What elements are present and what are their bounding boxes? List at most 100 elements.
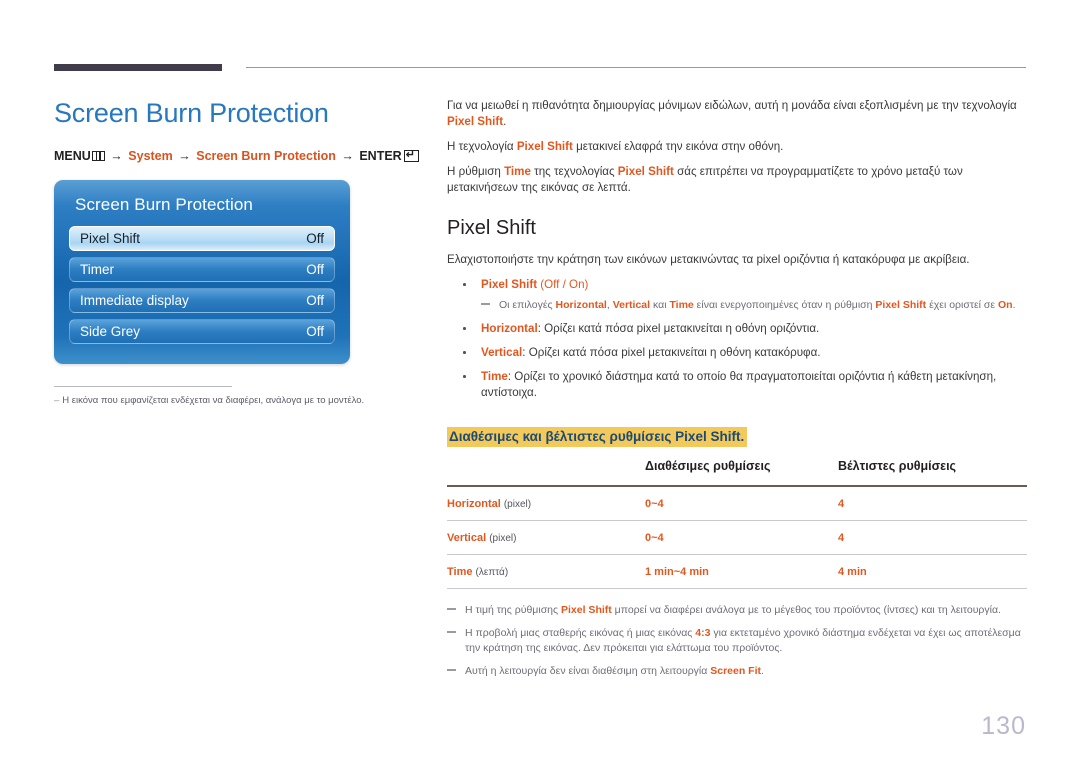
list-item-time: Time: Ορίζει το χρονικό διάστημα κατά το… <box>447 369 1027 401</box>
osd-row-label: Timer <box>80 262 114 277</box>
intro-p1-text-c: . <box>503 115 507 128</box>
table-row: Vertical (pixel) 0~4 4 <box>447 520 1027 555</box>
osd-row-immediate-display[interactable]: Immediate display Off <box>69 288 335 313</box>
table-cell-optimal: 4 <box>838 520 1027 555</box>
breadcrumb-menu-label: MENU <box>54 149 91 163</box>
intro-p1-text-a: Για να μειωθεί η πιθανότητα δημιουργίας … <box>447 99 1017 112</box>
table-header-available: Διαθέσιμες ρυθμίσεις <box>645 459 771 473</box>
note-text-a: Η προβολή μιας σταθερής εικόνας ή μιας ε… <box>465 627 696 639</box>
subnote-text-a: Οι επιλογές <box>499 299 556 311</box>
page-title: Screen Burn Protection <box>54 98 329 128</box>
subnote-text-g: είναι ενεργοποιημένες όταν η ρύθμιση <box>693 299 876 311</box>
note-text-c: μπορεί να διαφέρει ανάλογα με το μέγεθος… <box>611 604 1001 616</box>
intro-p3-text-a: Η ρύθμιση <box>447 165 505 178</box>
breadcrumb-arrow-1: → <box>110 149 123 163</box>
table-head: Διαθέσιμες ρυθμίσεις Βέλτιστες ρυθμίσεις <box>447 459 1027 486</box>
intro-p3-term-time: Time <box>504 165 531 178</box>
note-term: Screen Fit <box>710 665 762 677</box>
note-dash-icon <box>447 608 456 610</box>
osd-row-pixel-shift[interactable]: Pixel Shift Off <box>69 226 335 251</box>
osd-menu-panel: Screen Burn Protection Pixel Shift Off T… <box>54 180 350 364</box>
table-cell-optimal: 4 min <box>838 554 1027 589</box>
left-footnote: – Η εικόνα που εμφανίζεται ενδέχεται να δ… <box>54 394 414 408</box>
table-cell-label: Vertical (pixel) <box>447 520 645 555</box>
subnote-term-on: On <box>998 299 1013 311</box>
table-cell-label: Time (λεπτά) <box>447 554 645 589</box>
subnote-term-horizontal: Horizontal <box>555 299 607 311</box>
table-row: Time (λεπτά) 1 min~4 min 4 min <box>447 554 1027 589</box>
note-term: Pixel Shift <box>561 604 612 616</box>
intro-paragraph-1: Για να μειωθεί η πιθανότητα δημιουργίας … <box>447 98 1027 130</box>
table-cell-available: 0~4 <box>645 520 838 555</box>
table-header-optimal: Βέλτιστες ρυθμίσεις <box>838 459 957 473</box>
note-text-c: . <box>761 665 764 677</box>
intro-paragraph-3: Η ρύθμιση Time της τεχνολογίας Pixel Shi… <box>447 164 1027 196</box>
intro-p3-text-c: της τεχνολογίας <box>530 165 618 178</box>
note-dash-icon <box>447 669 456 671</box>
subnote-text-i: έχει οριστεί σε <box>926 299 998 311</box>
osd-row-label: Side Grey <box>80 324 141 339</box>
intro-paragraph-2: Η τεχνολογία Pixel Shift μετακινεί ελαφρ… <box>447 139 1027 155</box>
table-row: Horizontal (pixel) 0~4 4 <box>447 486 1027 521</box>
bullet-term: Horizontal <box>481 322 538 335</box>
table-cell-unit: (pixel) <box>489 533 517 544</box>
left-footnote-dash: – <box>54 395 60 406</box>
osd-row-timer[interactable]: Timer Off <box>69 257 335 282</box>
header-rule-thick <box>54 64 222 71</box>
left-footnote-text: Η εικόνα που εμφανίζεται ενδέχεται να δι… <box>62 395 365 406</box>
table-cell-label: Horizontal (pixel) <box>447 486 645 521</box>
list-item-vertical: Vertical: Ορίζει κατά πόσα pixel μετακιν… <box>447 345 1027 361</box>
enter-return-icon: ↵ <box>403 149 419 162</box>
bullet-text: : Ορίζει κατά πόσα pixel μετακινείται η … <box>522 346 821 359</box>
osd-panel-title: Screen Burn Protection <box>75 195 253 214</box>
bullet-dot-icon <box>463 351 466 354</box>
intro-p1-term: Pixel Shift <box>447 115 504 128</box>
subnote-text-e: και <box>650 299 670 311</box>
bottom-notes: Η τιμή της ρύθμισης Pixel Shift μπορεί ν… <box>447 603 1027 679</box>
osd-row-value: Off <box>306 293 324 308</box>
table-cell-label-text: Vertical <box>447 532 487 544</box>
subnote-term-time: Time <box>669 299 694 311</box>
list-item-horizontal: Horizontal: Ορίζει κατά πόσα pixel μετακ… <box>447 321 1027 337</box>
bullet-text: : Ορίζει κατά πόσα pixel μετακινείται η … <box>537 322 820 335</box>
note-term: 4:3 <box>695 627 711 639</box>
breadcrumb-arrow-3: → <box>341 149 354 163</box>
intro-p3-term-pixel-shift: Pixel Shift <box>617 165 674 178</box>
page-number: 130 <box>981 712 1026 740</box>
osd-row-value: Off <box>306 231 324 246</box>
table-cell-optimal: 4 <box>838 486 1027 521</box>
enter-return-glyph: ↵ <box>405 149 415 161</box>
bottom-note-1: Η τιμή της ρύθμισης Pixel Shift μπορεί ν… <box>447 603 1027 618</box>
osd-row-label: Pixel Shift <box>80 231 141 246</box>
intro-p2-text-a: Η τεχνολογία <box>447 140 517 153</box>
osd-row-side-grey[interactable]: Side Grey Off <box>69 319 335 344</box>
intro-p2-term: Pixel Shift <box>516 140 573 153</box>
bullet-dot-icon <box>463 327 466 330</box>
breadcrumb-item-screen-burn-protection: Screen Burn Protection <box>196 149 336 163</box>
table-header-blank <box>447 459 645 486</box>
bullet-text: (Off / On) <box>537 278 589 291</box>
bullet-term: Time <box>481 370 508 383</box>
table-header-row: Διαθέσιμες ρυθμίσεις Βέλτιστες ρυθμίσεις <box>447 459 1027 486</box>
table-cell-label-text: Horizontal <box>447 498 501 510</box>
header-rule-thin <box>246 67 1026 68</box>
bullet-subnote: Οι επιλογές Horizontal, Vertical και Tim… <box>481 298 1027 313</box>
bullet-dot-icon <box>463 283 466 286</box>
note-dash-icon <box>447 631 456 633</box>
note-text-a: Αυτή η λειτουργία δεν είναι διαθέσιμη στ… <box>465 665 711 677</box>
section-heading-pixel-shift: Pixel Shift <box>447 217 536 239</box>
osd-row-value: Off <box>306 262 324 277</box>
note-text-a: Η τιμή της ρύθμισης <box>465 604 561 616</box>
list-item-pixel-shift: Pixel Shift (Off / On) Οι επιλογές Horiz… <box>447 277 1027 313</box>
osd-row-label: Immediate display <box>80 293 189 308</box>
bottom-note-3: Αυτή η λειτουργία δεν είναι διαθέσιμη στ… <box>447 664 1027 679</box>
settings-bullet-list: Pixel Shift (Off / On) Οι επιλογές Horiz… <box>447 277 1027 401</box>
table-cell-available: 0~4 <box>645 486 838 521</box>
highlighted-heading: Διαθέσιμες και βέλτιστες ρυθμίσεις Pixel… <box>447 427 748 447</box>
settings-table: Διαθέσιμες ρυθμίσεις Βέλτιστες ρυθμίσεις… <box>447 459 1027 589</box>
subnote-text-k: . <box>1012 299 1016 311</box>
subnote-dash-icon <box>481 303 490 305</box>
breadcrumb-item-system: System <box>128 149 173 163</box>
section-lead-paragraph: Ελαχιστοποιήστε την κράτηση των εικόνων … <box>447 253 970 266</box>
right-column: Για να μειωθεί η πιθανότητα δημιουργίας … <box>447 98 1027 687</box>
